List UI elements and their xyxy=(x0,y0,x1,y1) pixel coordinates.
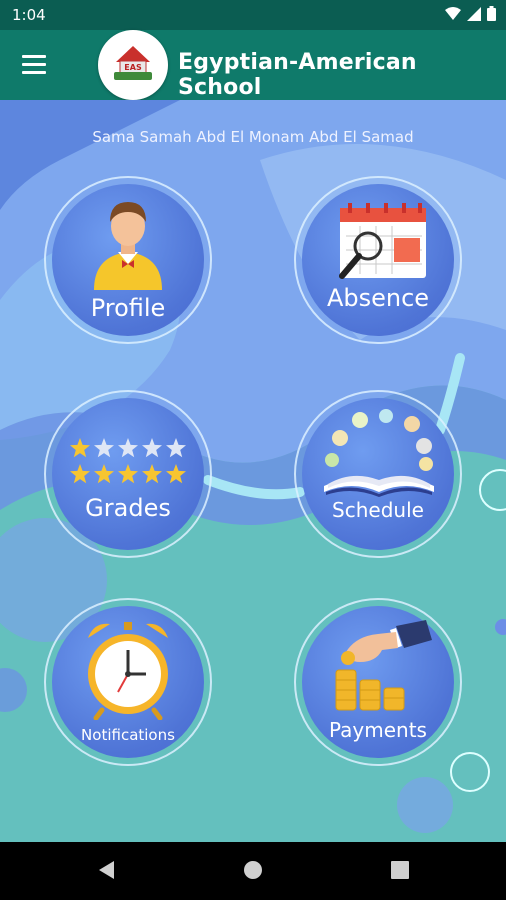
signal-icon xyxy=(467,6,481,21)
star-rating-icon xyxy=(70,438,186,484)
tile-label: Profile xyxy=(90,294,166,322)
tile-label: Absence xyxy=(326,284,430,312)
status-bar: 1:04 xyxy=(0,0,506,30)
recents-icon[interactable] xyxy=(389,859,411,881)
calendar-icon xyxy=(339,203,426,279)
hamburger-icon xyxy=(22,55,46,58)
wifi-icon xyxy=(445,6,461,20)
absence-tile[interactable]: Absence xyxy=(294,176,462,344)
app-bar: EAS Egyptian-American School xyxy=(0,30,506,100)
logo-text: EAS xyxy=(124,63,142,72)
notifications-tile[interactable]: Notifications xyxy=(44,598,212,766)
profile-tile[interactable]: Profile xyxy=(44,176,212,344)
payments-tile[interactable]: Payments xyxy=(294,598,462,766)
app-title: Egyptian-American School xyxy=(178,50,417,100)
student-avatar-icon xyxy=(94,202,162,290)
status-time: 1:04 xyxy=(12,6,46,24)
tile-label: Grades xyxy=(85,494,171,522)
coins-hand-icon xyxy=(335,620,432,711)
dashboard: Sama Samah Abd El Monam Abd El Samad Pro… xyxy=(0,100,506,842)
hamburger-icon-line xyxy=(22,63,46,66)
hamburger-icon-line xyxy=(22,71,46,74)
status-icons xyxy=(445,6,496,21)
tile-label: Schedule xyxy=(332,498,424,522)
school-logo: EAS xyxy=(98,30,168,100)
student-name: Sama Samah Abd El Monam Abd El Samad xyxy=(92,128,414,146)
tile-label: Notifications xyxy=(81,726,175,744)
logo-emblem: EAS xyxy=(114,46,152,80)
schedule-tile[interactable]: Schedule xyxy=(294,390,462,558)
menu-button[interactable] xyxy=(22,55,46,75)
tile-label: Payments xyxy=(329,718,427,742)
alarm-clock-icon xyxy=(88,622,168,720)
back-icon[interactable] xyxy=(96,859,118,881)
battery-icon xyxy=(487,6,496,21)
open-book-icon xyxy=(324,409,434,497)
system-nav-bar xyxy=(0,842,506,900)
grades-tile[interactable]: Grades xyxy=(44,390,212,558)
home-icon[interactable] xyxy=(242,859,264,881)
